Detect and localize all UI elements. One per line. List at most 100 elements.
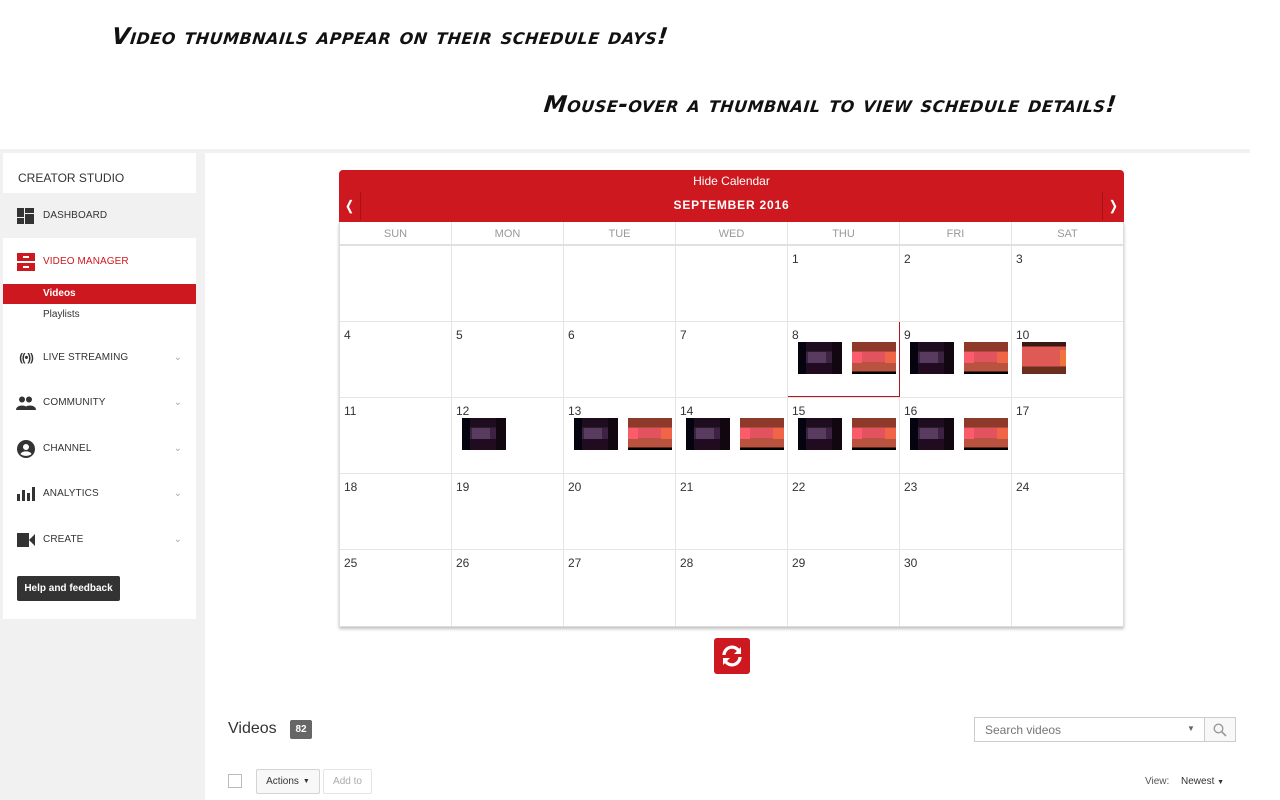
- sidebar-subitem-playlists[interactable]: Playlists: [3, 305, 196, 325]
- view-label: View:: [1145, 776, 1170, 787]
- view-sort-dropdown[interactable]: Newest ▼: [1181, 776, 1224, 787]
- caret-down-icon: ▼: [1217, 779, 1225, 786]
- calendar-day-cell[interactable]: 17: [1012, 398, 1123, 473]
- video-thumbnail[interactable]: [910, 342, 954, 374]
- calendar-day-cell[interactable]: 5: [452, 322, 564, 397]
- calendar-day-cell[interactable]: 14: [676, 398, 788, 473]
- day-number: 26: [456, 556, 470, 570]
- video-thumbnail[interactable]: [964, 342, 1008, 374]
- video-thumbnail[interactable]: [462, 418, 506, 450]
- day-number: 11: [344, 404, 357, 418]
- calendar-day-cell[interactable]: 4: [340, 322, 452, 397]
- search-button[interactable]: [1204, 717, 1236, 742]
- calendar-empty-cell: [452, 246, 564, 321]
- search-videos-input[interactable]: [974, 717, 1205, 742]
- calendar-day-cell[interactable]: 26: [452, 550, 564, 626]
- calendar-week-row: 1 2 3: [340, 246, 1123, 322]
- add-to-button[interactable]: Add to: [323, 769, 372, 794]
- scheduled-videos: [910, 418, 1008, 450]
- videos-heading: Videos: [228, 720, 277, 737]
- sidebar-item-label: CHANNEL: [43, 443, 92, 454]
- sidebar-item-video-manager[interactable]: VIDEO MANAGER: [3, 239, 196, 284]
- chevron-down-icon[interactable]: ⌄: [174, 534, 182, 545]
- live-streaming-icon: ((•)): [19, 351, 34, 364]
- calendar-day-cell[interactable]: 9: [900, 322, 1012, 397]
- calendar-day-cell[interactable]: 13: [564, 398, 676, 473]
- calendar-day-cell[interactable]: 23: [900, 474, 1012, 549]
- calendar-day-cell[interactable]: 3: [1012, 246, 1123, 321]
- day-number: 2: [904, 252, 911, 266]
- calendar-day-cell[interactable]: 2: [900, 246, 1012, 321]
- calendar-day-cell[interactable]: 10: [1012, 322, 1123, 397]
- creator-studio-title: CREATOR STUDIO: [18, 171, 125, 185]
- video-thumbnail[interactable]: [852, 418, 896, 450]
- day-number: 8: [792, 328, 799, 342]
- day-number: 12: [456, 404, 470, 418]
- actions-dropdown-button[interactable]: Actions ▼: [256, 769, 320, 794]
- sidebar-item-live-streaming[interactable]: ((•)) LIVE STREAMING ⌄: [3, 335, 196, 380]
- chevron-down-icon[interactable]: ⌄: [174, 397, 182, 408]
- calendar-day-cell[interactable]: 1: [788, 246, 900, 321]
- calendar-day-cell[interactable]: 11: [340, 398, 452, 473]
- help-and-feedback-button[interactable]: Help and feedback: [17, 576, 120, 601]
- calendar-day-cell[interactable]: 18: [340, 474, 452, 549]
- dashboard-icon: [16, 206, 36, 226]
- video-thumbnail[interactable]: [798, 342, 842, 374]
- sidebar-subitem-videos[interactable]: Videos: [3, 284, 196, 304]
- day-number: 19: [456, 480, 470, 494]
- hide-calendar-button[interactable]: Hide Calendar: [339, 170, 1124, 192]
- day-number: 25: [344, 556, 358, 570]
- video-thumbnail[interactable]: [740, 418, 784, 450]
- weekday-label: MON: [452, 222, 564, 244]
- refresh-button[interactable]: [714, 638, 750, 674]
- day-number: 22: [792, 480, 806, 494]
- video-thumbnail[interactable]: [1022, 342, 1066, 374]
- chevron-down-icon[interactable]: ⌄: [174, 488, 182, 499]
- video-thumbnail[interactable]: [798, 418, 842, 450]
- video-thumbnail[interactable]: [574, 418, 618, 450]
- video-thumbnail[interactable]: [686, 418, 730, 450]
- scheduled-videos: [574, 418, 672, 450]
- calendar-week-row: 11 12 13 14 15 16 17: [340, 398, 1123, 474]
- calendar-day-cell[interactable]: 15: [788, 398, 900, 473]
- sidebar-item-dashboard[interactable]: DASHBOARD: [3, 193, 196, 238]
- scheduled-videos: [910, 342, 1008, 374]
- calendar-week-row: 4 5 6 7 8 9 10: [340, 322, 1123, 398]
- sidebar-item-label: CREATE: [43, 534, 84, 545]
- search-dropdown-caret-icon[interactable]: ▼: [1187, 724, 1195, 733]
- calendar-day-cell[interactable]: 12: [452, 398, 564, 473]
- sidebar-item-community[interactable]: COMMUNITY ⌄: [3, 380, 196, 425]
- calendar-day-cell[interactable]: 29: [788, 550, 900, 626]
- sidebar-item-label: DASHBOARD: [43, 210, 108, 221]
- sidebar-item-create[interactable]: CREATE ⌄: [3, 517, 196, 562]
- sidebar-item-channel[interactable]: CHANNEL ⌄: [3, 426, 196, 471]
- calendar-day-cell[interactable]: 24: [1012, 474, 1123, 549]
- calendar-day-cell[interactable]: 20: [564, 474, 676, 549]
- channel-icon: [16, 439, 36, 459]
- calendar-day-cell[interactable]: 8: [788, 322, 900, 397]
- calendar-day-cell[interactable]: 7: [676, 322, 788, 397]
- calendar-day-cell[interactable]: 6: [564, 322, 676, 397]
- video-thumbnail[interactable]: [628, 418, 672, 450]
- refresh-icon: [722, 645, 742, 667]
- calendar-day-cell[interactable]: 19: [452, 474, 564, 549]
- sidebar-item-label: LIVE STREAMING: [43, 352, 129, 363]
- calendar-day-cell[interactable]: 28: [676, 550, 788, 626]
- sidebar-item-analytics[interactable]: ANALYTICS ⌄: [3, 471, 196, 516]
- calendar-day-cell[interactable]: 30: [900, 550, 1012, 626]
- video-thumbnail[interactable]: [910, 418, 954, 450]
- weekday-label: TUE: [564, 222, 676, 244]
- calendar-day-cell[interactable]: 25: [340, 550, 452, 626]
- annotation-mouseover: Mouse-over a thumbnail to view schedule …: [542, 92, 1119, 118]
- next-month-button[interactable]: ❭: [1102, 192, 1124, 220]
- chevron-down-icon[interactable]: ⌄: [174, 443, 182, 454]
- calendar-day-cell[interactable]: 16: [900, 398, 1012, 473]
- calendar-day-cell[interactable]: 21: [676, 474, 788, 549]
- video-thumbnail[interactable]: [852, 342, 896, 374]
- day-number: 27: [568, 556, 582, 570]
- calendar-day-cell[interactable]: 22: [788, 474, 900, 549]
- calendar-day-cell[interactable]: 27: [564, 550, 676, 626]
- video-thumbnail[interactable]: [964, 418, 1008, 450]
- select-all-checkbox[interactable]: [228, 774, 242, 788]
- chevron-down-icon[interactable]: ⌄: [174, 352, 182, 363]
